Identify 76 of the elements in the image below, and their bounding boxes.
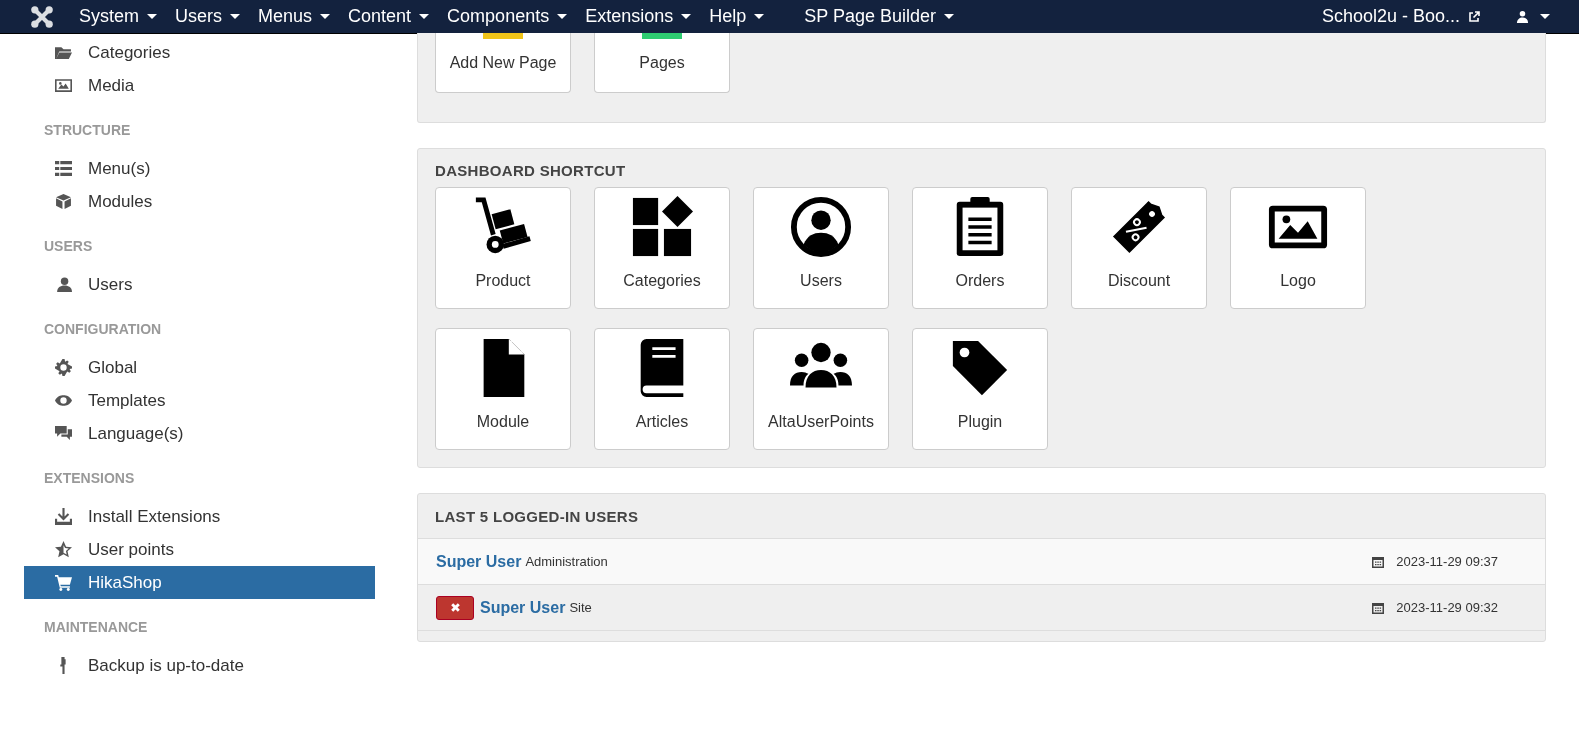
- sidebar-item[interactable]: Install Extensions: [24, 500, 375, 533]
- chat-icon: [55, 425, 72, 442]
- usercircle-icon: [790, 196, 852, 258]
- shortcut-tile[interactable]: Articles: [594, 328, 730, 450]
- sidebar-item[interactable]: Templates: [24, 384, 375, 417]
- close-icon: [449, 602, 461, 613]
- sidebar-item[interactable]: User points: [24, 533, 375, 566]
- sidebar-item[interactable]: Backup is up-to-date: [24, 649, 375, 682]
- sidebar-item-label: Menu(s): [88, 158, 151, 179]
- client-label: Administration: [525, 554, 608, 569]
- sidebar-heading: STRUCTURE: [43, 121, 132, 140]
- external-link-icon: [1468, 10, 1480, 23]
- shortcut-tile[interactable]: Pages: [594, 33, 730, 93]
- cart-icon: [55, 574, 72, 591]
- sidebar-item-label: Global: [88, 357, 138, 378]
- calendar-icon: [1372, 555, 1385, 568]
- eye-icon: [55, 392, 72, 409]
- user-link[interactable]: Super User: [436, 552, 522, 571]
- star-icon: [55, 541, 72, 558]
- sidebar-item-label: Media: [88, 75, 135, 96]
- sidebar-item-label: Backup is up-to-date: [88, 655, 244, 676]
- navbar-menu[interactable]: Users: [166, 0, 250, 34]
- sidebar-item-label: User points: [88, 539, 174, 560]
- shortcut-tile[interactable]: Logo: [1230, 187, 1366, 309]
- sidebar-item[interactable]: Modules: [24, 185, 375, 218]
- navbar-menu[interactable]: Content: [339, 0, 439, 34]
- navbar-menu[interactable]: Components: [438, 0, 577, 34]
- sidebar-item-label: Categories: [88, 42, 171, 63]
- folder-icon: [55, 44, 72, 61]
- sidebar-item[interactable]: Media: [24, 69, 375, 102]
- user-link[interactable]: Super User: [480, 598, 566, 617]
- login-time: 2023-11-29 09:37: [1396, 554, 1498, 569]
- sidebar-item[interactable]: HikaShop: [24, 566, 375, 599]
- sidebar-heading: CONFIGURATION: [43, 320, 163, 339]
- site-link[interactable]: School2u - Boo...: [1312, 0, 1489, 34]
- shortcut-tile[interactable]: AltaUserPoints: [753, 328, 889, 450]
- logout-button[interactable]: [436, 595, 474, 620]
- sidebar-item[interactable]: Language(s): [24, 417, 375, 450]
- navbar-menu[interactable]: Menus: [249, 0, 340, 34]
- shortcut-tile[interactable]: Discount: [1071, 187, 1207, 309]
- sidebar-heading: EXTENSIONS: [43, 469, 136, 488]
- image-icon: [55, 77, 72, 94]
- sidebar-item[interactable]: Menu(s): [24, 152, 375, 185]
- sidebar-item-label: Install Extensions: [88, 506, 221, 527]
- user-icon: [55, 276, 72, 293]
- shortcut-tile[interactable]: Module: [435, 328, 571, 450]
- navbar-menu[interactable]: Extensions: [576, 0, 701, 34]
- calendar-icon: [1372, 601, 1385, 614]
- sidebar-item[interactable]: Categories: [24, 36, 375, 69]
- shortcut-tile[interactable]: Product: [435, 187, 571, 309]
- sidebar-heading: MAINTENANCE: [43, 618, 149, 637]
- sidebar-item-label: Users: [88, 274, 133, 295]
- list-icon: [55, 160, 72, 177]
- shortcut-tile[interactable]: Users: [753, 187, 889, 309]
- shortcut-tile[interactable]: Plugin: [912, 328, 1048, 450]
- shortcut-tile[interactable]: Orders: [912, 187, 1048, 309]
- shortcut-tile[interactable]: Categories: [594, 187, 730, 309]
- squares-icon: [631, 196, 693, 258]
- sidebar-item-label: Templates: [88, 390, 166, 411]
- sidebar-item[interactable]: Users: [24, 268, 375, 301]
- cube-icon: [55, 193, 72, 210]
- user-icon: [1516, 10, 1529, 23]
- client-label: Site: [569, 600, 592, 615]
- sidebar-item-label: Modules: [88, 191, 153, 212]
- navbar-menu[interactable]: Help: [700, 0, 774, 34]
- shortcut-tile[interactable]: Add New Page: [435, 33, 571, 93]
- login-time: 2023-11-29 09:32: [1396, 600, 1498, 615]
- sidebar-item-label: Language(s): [88, 423, 184, 444]
- sidebar-heading: USERS: [43, 237, 94, 256]
- navbar-menu[interactable]: System: [70, 0, 166, 34]
- sidebar-item[interactable]: Global: [24, 351, 375, 384]
- sidebar-item-label: HikaShop: [88, 572, 162, 593]
- navbar-menu[interactable]: SP Page Builder: [795, 0, 964, 34]
- download-icon: [55, 508, 72, 525]
- panel-title: DASHBOARD SHORTCUT: [435, 161, 627, 181]
- gear-icon: [55, 359, 72, 376]
